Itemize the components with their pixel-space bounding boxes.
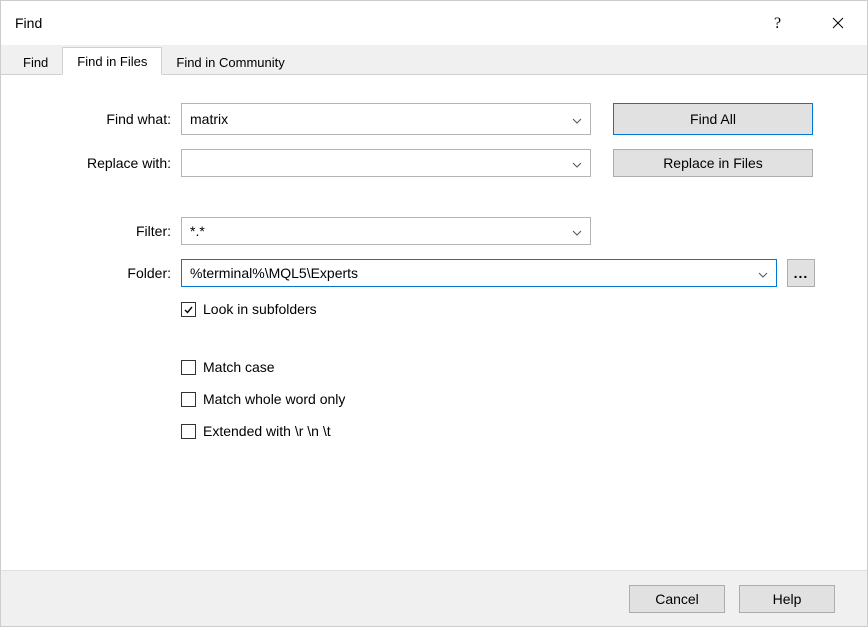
replace-in-files-button[interactable]: Replace in Files xyxy=(613,149,813,177)
find-what-input[interactable]: matrix xyxy=(181,103,591,135)
look-in-subfolders-checkbox[interactable] xyxy=(181,302,196,317)
close-icon[interactable] xyxy=(809,1,867,45)
help-button[interactable]: Help xyxy=(739,585,835,613)
look-in-subfolders-label: Look in subfolders xyxy=(203,301,317,317)
window-title: Find xyxy=(15,15,751,31)
cancel-button[interactable]: Cancel xyxy=(629,585,725,613)
titlebar: Find ? xyxy=(1,1,867,45)
tab-find-in-community[interactable]: Find in Community xyxy=(162,49,298,75)
svg-text:?: ? xyxy=(774,15,781,31)
help-icon[interactable]: ? xyxy=(751,1,809,45)
filter-value: *.* xyxy=(190,223,205,239)
folder-label: Folder: xyxy=(41,265,181,281)
chevron-down-icon xyxy=(572,111,582,127)
tabstrip: Find Find in Files Find in Community xyxy=(1,45,867,75)
find-what-value: matrix xyxy=(190,111,228,127)
check-icon xyxy=(183,304,194,315)
replace-with-input[interactable] xyxy=(181,149,591,177)
chevron-down-icon xyxy=(572,223,582,239)
content-area: Find what: matrix Find All Replace with: xyxy=(1,75,867,570)
match-whole-word-checkbox[interactable] xyxy=(181,392,196,407)
tab-find-in-files[interactable]: Find in Files xyxy=(62,47,162,75)
folder-input[interactable]: %terminal%\MQL5\Experts xyxy=(181,259,777,287)
browse-button[interactable]: ... xyxy=(787,259,815,287)
extended-label: Extended with \r \n \t xyxy=(203,423,331,439)
chevron-down-icon xyxy=(572,155,582,171)
tab-find[interactable]: Find xyxy=(9,49,62,75)
footer: Cancel Help xyxy=(1,570,867,626)
chevron-down-icon xyxy=(758,265,768,281)
find-what-label: Find what: xyxy=(41,111,181,127)
match-case-label: Match case xyxy=(203,359,275,375)
folder-value: %terminal%\MQL5\Experts xyxy=(190,265,358,281)
replace-with-label: Replace with: xyxy=(41,155,181,171)
find-dialog: Find ? Find Find in Files Find in Commun… xyxy=(0,0,868,627)
find-all-button[interactable]: Find All xyxy=(613,103,813,135)
filter-input[interactable]: *.* xyxy=(181,217,591,245)
extended-checkbox[interactable] xyxy=(181,424,196,439)
match-whole-word-label: Match whole word only xyxy=(203,391,345,407)
match-case-checkbox[interactable] xyxy=(181,360,196,375)
filter-label: Filter: xyxy=(41,223,181,239)
